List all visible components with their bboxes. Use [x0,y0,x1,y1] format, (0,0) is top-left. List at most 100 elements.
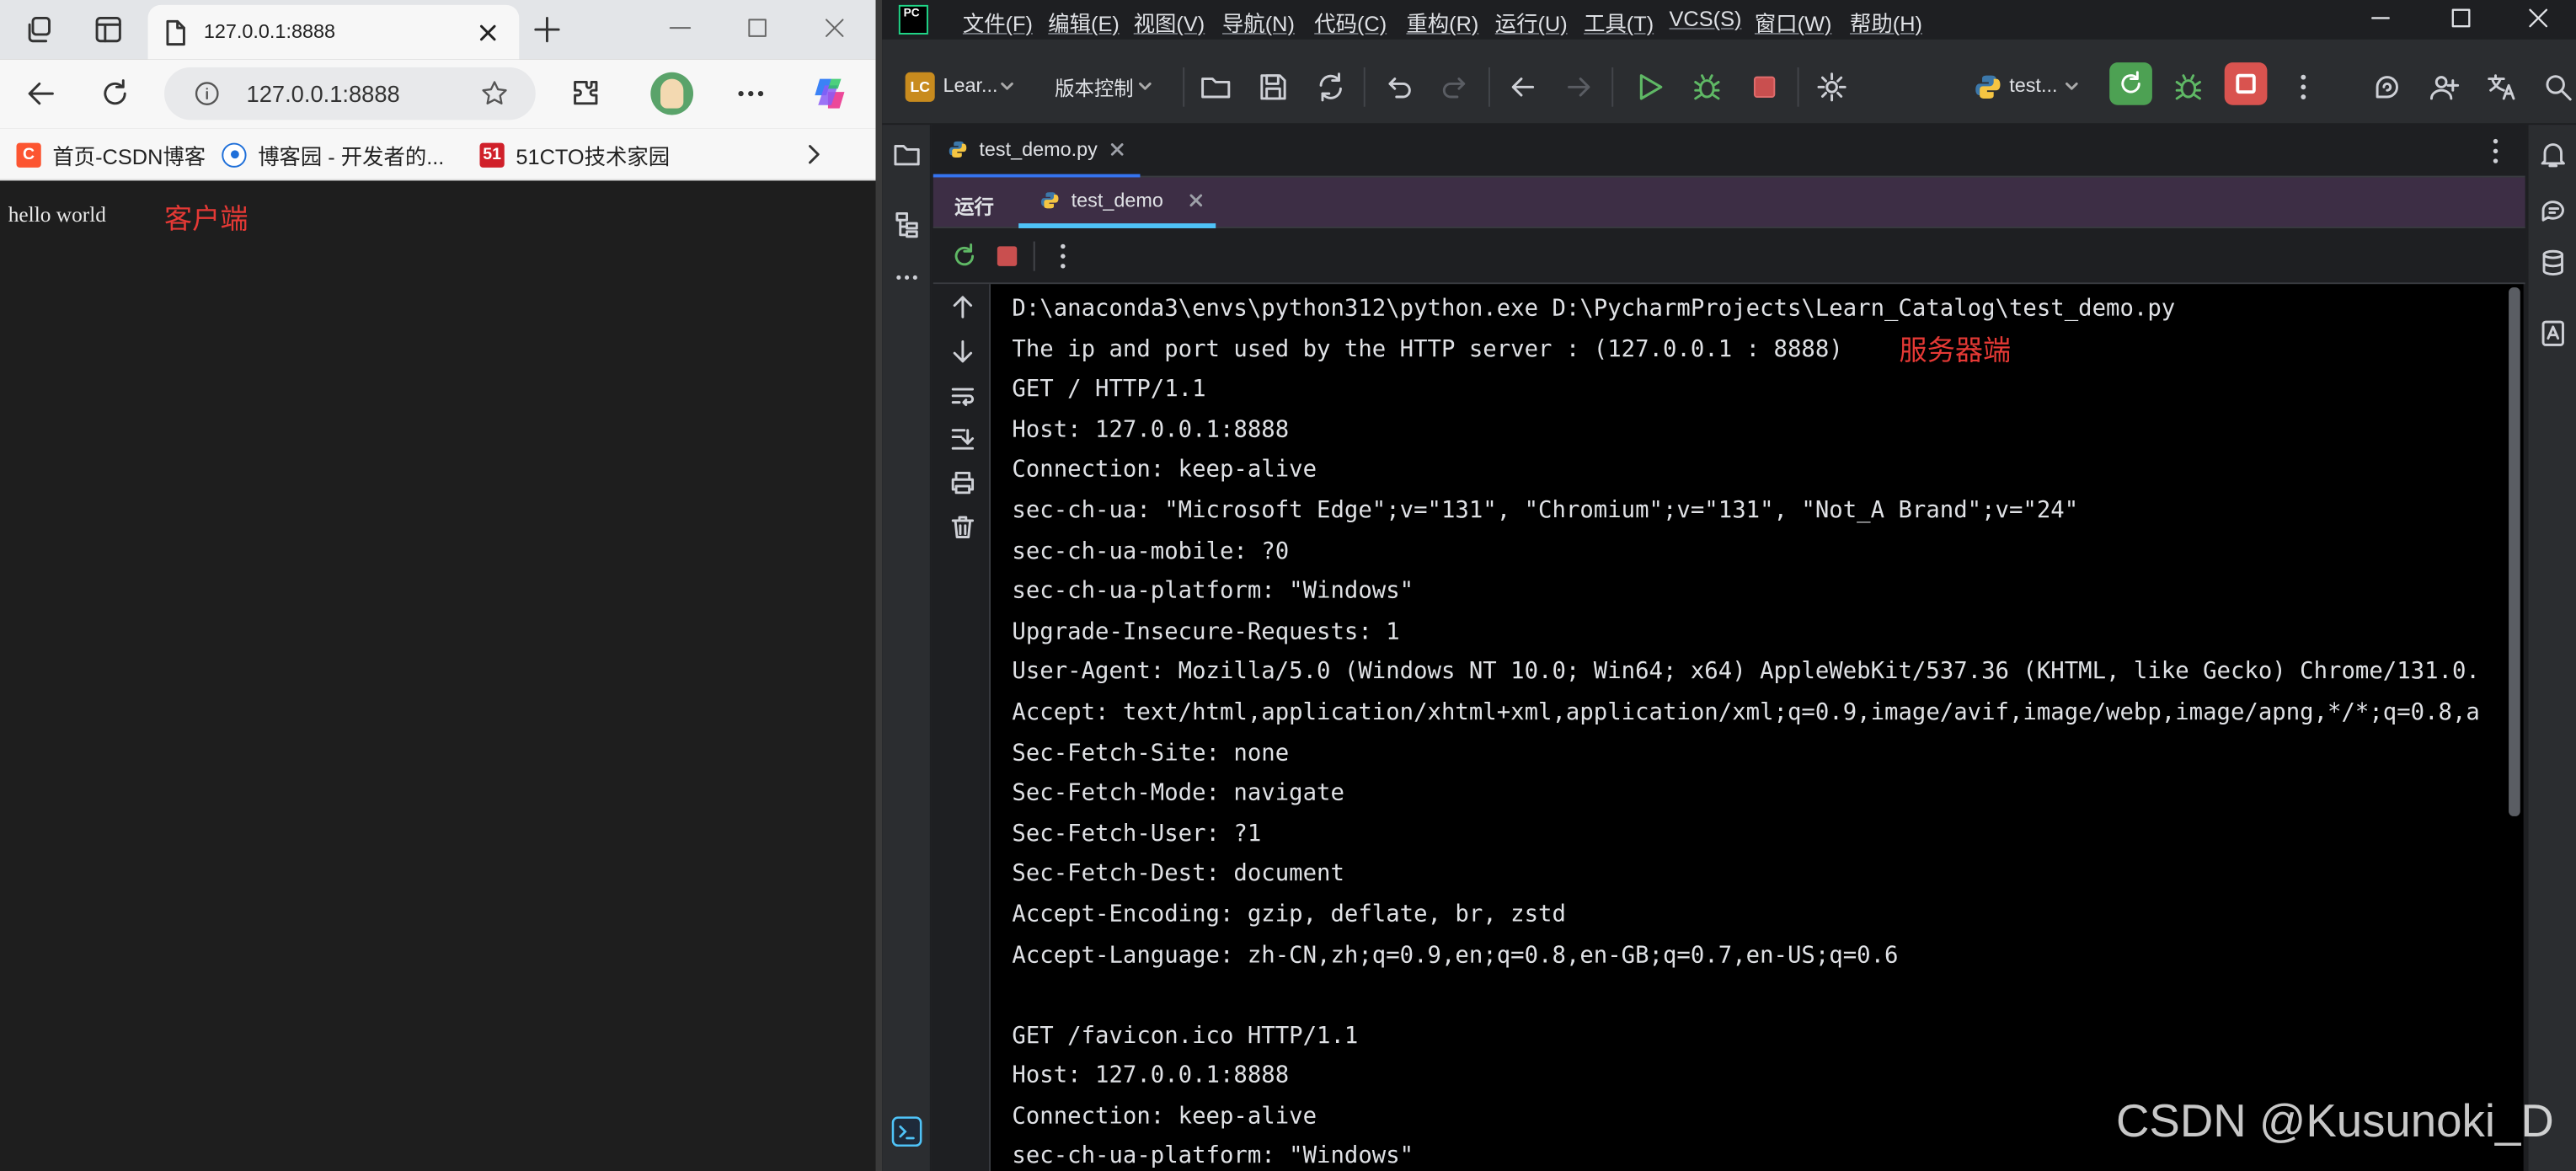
bookmark-51cto[interactable]: 51 51CTO技术家园 [479,135,670,174]
forward-icon[interactable] [1563,71,1595,104]
menu-file[interactable]: 文件(F) [963,7,1033,38]
trash-icon[interactable] [949,514,975,540]
browser-tab-active[interactable]: 127.0.0.1:8888 [147,4,520,60]
open-folder-icon[interactable] [1200,71,1232,104]
bookmark-label: 博客园 - 开发者的... [258,143,445,168]
undo-icon[interactable] [1382,71,1414,104]
menu-tools[interactable]: 工具(T) [1584,7,1654,38]
debug-icon[interactable] [2172,71,2205,104]
close-tab-icon[interactable] [1108,140,1127,159]
translate-icon[interactable] [2486,71,2519,104]
maximize-icon[interactable] [2450,7,2472,29]
editor-tab-test-demo[interactable]: test_demo.py [933,125,1141,178]
notifications-icon[interactable] [2538,140,2568,169]
rerun-button[interactable] [2109,62,2152,105]
favorite-star-icon[interactable] [479,79,509,109]
database-icon[interactable] [2538,248,2568,277]
stop-button[interactable] [2224,62,2268,105]
tab-title: 127.0.0.1:8888 [203,19,336,43]
close-tab-icon[interactable] [1186,190,1205,210]
menu-help[interactable]: 帮助(H) [1850,7,1922,38]
minimize-icon[interactable] [2369,7,2392,29]
bookmark-cnblogs[interactable]: 博客园 - 开发者的... [222,135,444,174]
console-line: Host: 127.0.0.1:8888 [1012,1062,1290,1090]
run-config-name[interactable]: test... [2009,74,2057,97]
project-badge[interactable]: LC [905,72,935,102]
sync-icon[interactable] [1314,71,1347,104]
console-gutter [933,284,991,1171]
minimize-icon[interactable] [665,13,695,43]
run-tab-test-demo[interactable]: test_demo [1018,178,1216,228]
project-folder-icon[interactable] [892,140,922,169]
toolbar-separator [1363,67,1365,107]
project-name[interactable]: Lear... [943,74,997,97]
toolbar-separator [1797,67,1799,107]
more-options-icon[interactable] [2287,71,2320,104]
console-line: Upgrade-Insecure-Requests: 1 [1012,618,1400,645]
run-tab-label: test_demo [1071,189,1163,212]
menu-run[interactable]: 运行(U) [1495,7,1568,38]
copilot-icon[interactable] [809,72,852,115]
profile-avatar[interactable] [650,72,694,115]
console-line: Connection: keep-alive [1012,457,1317,484]
vertical-tabs-icon[interactable] [92,13,125,46]
save-icon[interactable] [1257,71,1290,104]
console-scrollbar[interactable] [2509,287,2520,816]
workspaces-icon[interactable] [23,13,56,46]
console-output[interactable]: D:\anaconda3\envs\python312\python.exe D… [991,284,2524,1171]
back-icon[interactable] [23,76,59,112]
bookmark-label: 首页-CSDN博客 [52,143,206,168]
menu-refactor[interactable]: 重构(R) [1406,7,1478,38]
vcs-menu[interactable]: 版本控制 [1055,74,1134,102]
new-tab-icon[interactable] [531,13,564,46]
more-tools-icon[interactable] [892,263,922,292]
address-bar[interactable]: 127.0.0.1:8888 [164,67,536,120]
console-line: Accept: text/html,application/xhtml+xml,… [1012,699,2480,726]
back-icon[interactable] [1506,71,1539,104]
console-line: Sec-Fetch-Dest: document [1012,861,1344,888]
more-options-icon[interactable] [1048,242,1077,271]
menu-edit[interactable]: 编辑(E) [1048,7,1120,38]
close-window-icon[interactable] [2527,7,2550,29]
console-lines: D:\anaconda3\envs\python312\python.exe D… [1012,289,2480,1171]
scroll-to-end-icon[interactable] [949,425,975,452]
cnblogs-icon [222,142,247,167]
more-options-icon[interactable] [733,76,769,112]
stop-icon[interactable] [1748,71,1781,104]
rerun-icon[interactable] [949,242,979,271]
menu-navigate[interactable]: 导航(N) [1222,7,1295,38]
extensions-icon[interactable] [569,76,605,112]
site-info-icon[interactable] [194,81,220,107]
print-icon[interactable] [949,470,975,496]
scratches-icon[interactable] [2538,318,2568,348]
bookmark-csdn[interactable]: C 首页-CSDN博客 [16,135,206,174]
settings-icon[interactable] [1815,71,1848,104]
console-line: GET /favicon.ico HTTP/1.1 [1012,1022,1359,1050]
ai-assistant-icon[interactable] [2370,71,2403,104]
server-annotation: 服务器端 [1899,334,2012,366]
menu-view[interactable]: 视图(V) [1134,7,1205,38]
more-options-icon[interactable] [2481,136,2510,166]
menu-vcs[interactable]: VCS(S) [1670,7,1742,31]
close-tab-icon[interactable] [477,21,500,44]
chevron-right-icon[interactable] [802,143,825,166]
stop-icon[interactable] [994,243,1020,270]
close-window-icon[interactable] [820,13,849,43]
menu-code[interactable]: 代码(C) [1314,7,1387,38]
scroll-up-icon[interactable] [949,294,975,320]
refresh-icon[interactable] [97,76,133,112]
structure-icon[interactable] [892,211,922,240]
ai-chat-icon[interactable] [2538,195,2568,225]
search-icon[interactable] [2541,71,2574,104]
scroll-down-icon[interactable] [949,339,975,365]
debug-icon[interactable] [1691,71,1724,104]
soft-wrap-icon[interactable] [949,382,975,409]
run-icon[interactable] [1633,71,1666,104]
maximize-icon[interactable] [743,13,772,43]
menu-window[interactable]: 窗口(W) [1755,7,1832,38]
watermark: CSDN @Kusunoki_D [2115,1095,2554,1147]
redo-icon[interactable] [1439,71,1472,104]
add-user-icon[interactable] [2429,71,2461,104]
python-console-icon[interactable] [890,1115,922,1147]
editor-tab-bar: test_demo.py [933,125,2525,178]
